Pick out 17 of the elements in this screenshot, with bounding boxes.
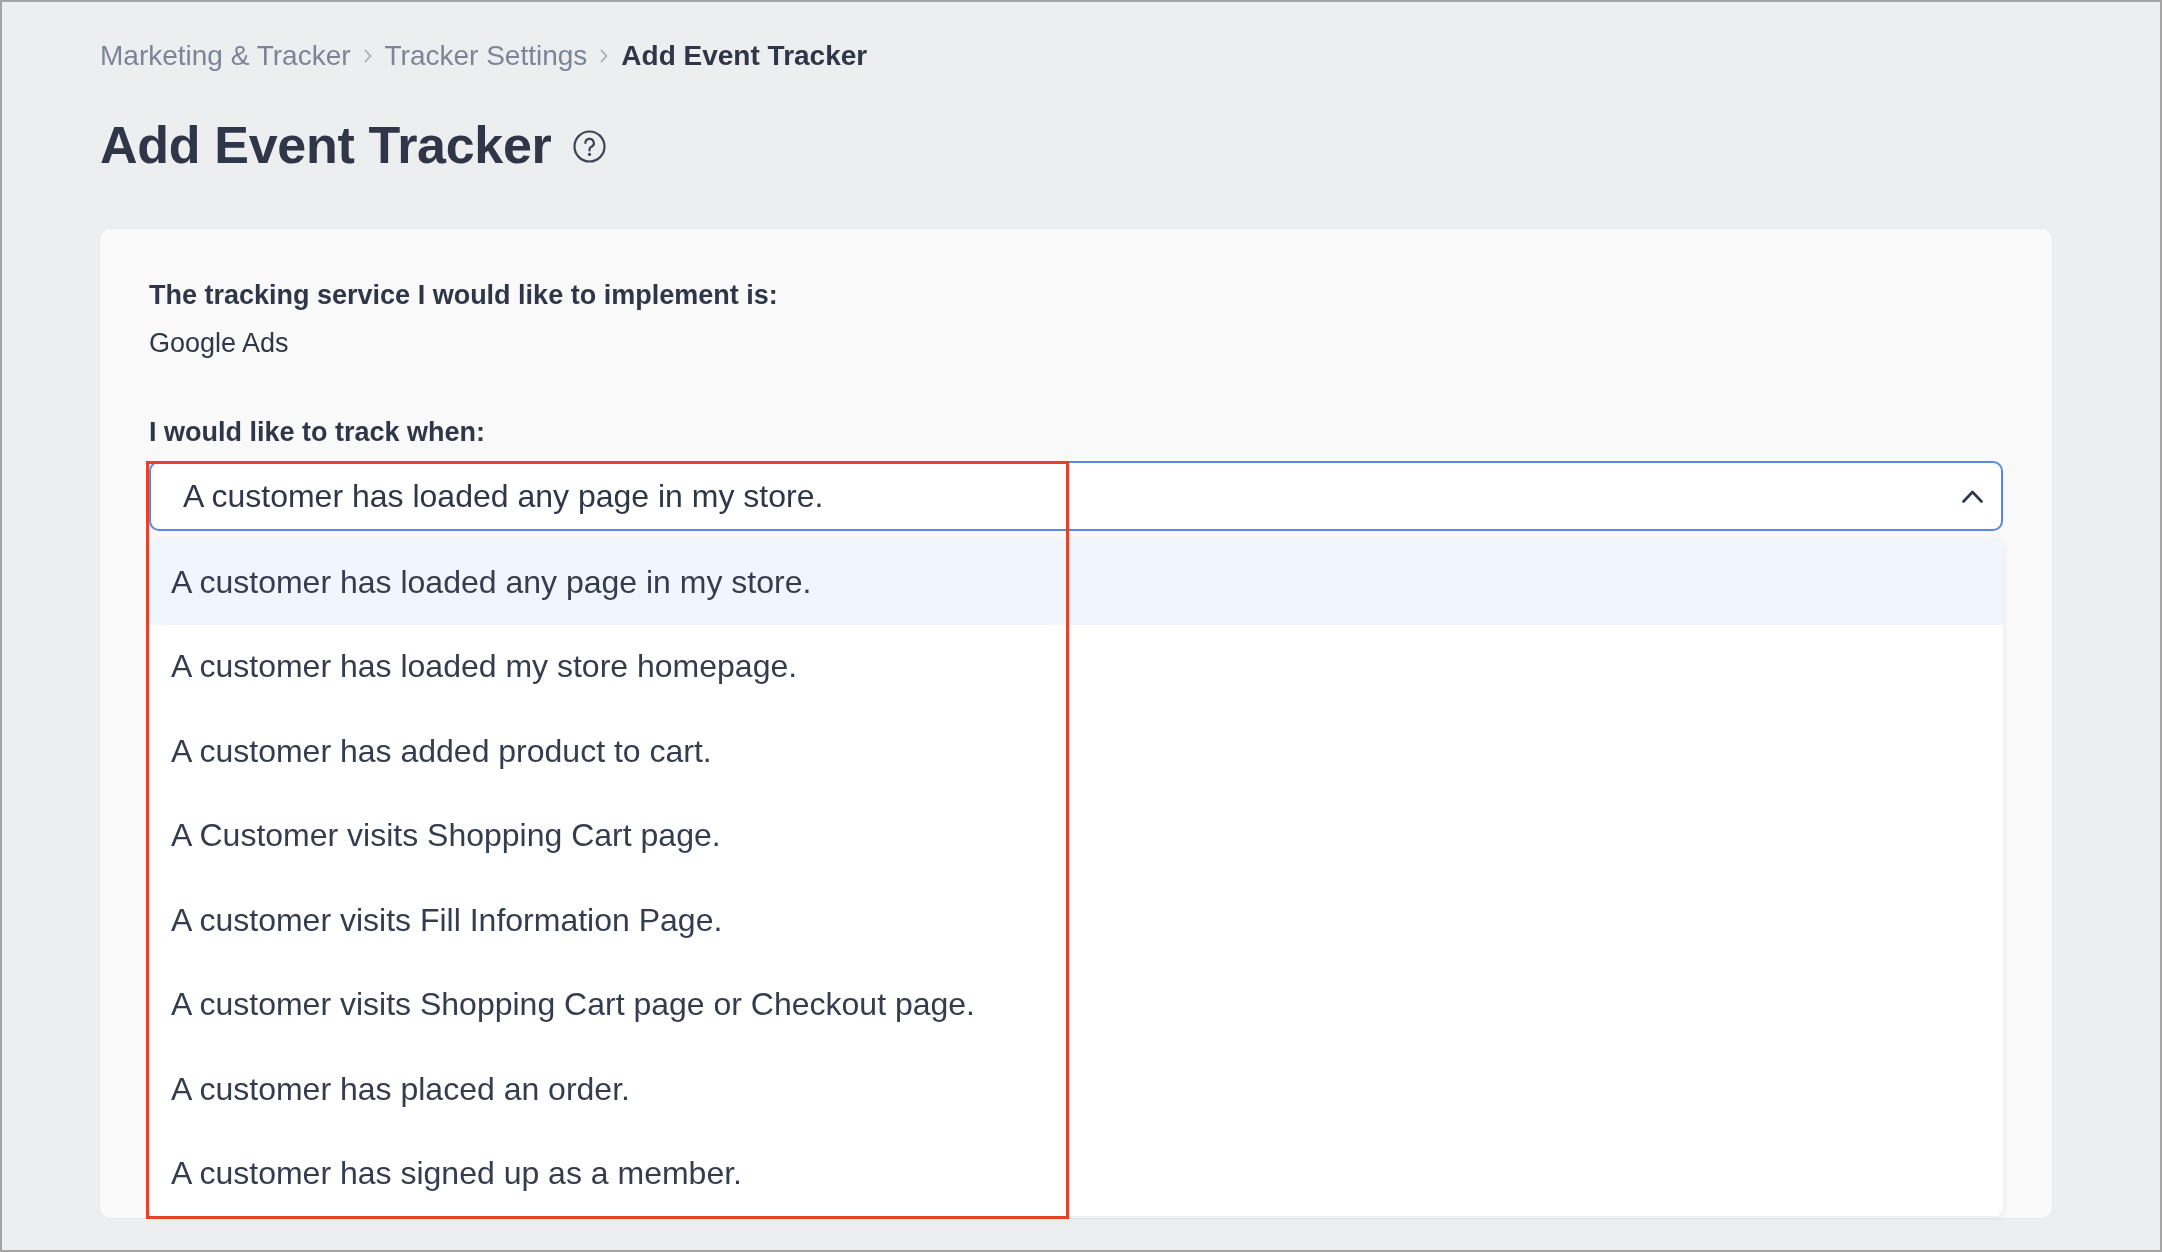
help-icon[interactable] <box>572 129 606 163</box>
dropdown-option[interactable]: A customer has signed up as a member. <box>149 1131 2003 1216</box>
breadcrumb-current: Add Event Tracker <box>621 39 868 73</box>
field-label: The tracking service I would like to implement is: <box>149 279 778 312</box>
dropdown-option[interactable]: A customer has loaded my store homepage. <box>149 624 2003 709</box>
field-label: I would like to track when: <box>149 416 486 449</box>
event-select[interactable]: A customer has loaded any page in my store. <box>149 461 2003 531</box>
dropdown-option[interactable]: A Customer visits Shopping Cart page. <box>149 793 2003 878</box>
dropdown-option[interactable]: A customer visits Shopping Cart page or Checkout page. <box>149 962 2003 1047</box>
chevron-right-icon <box>363 49 372 63</box>
dropdown-option[interactable]: A customer visits Fill Information Page. <box>149 878 2003 963</box>
dropdown-option[interactable]: A customer has added product to cart. <box>149 709 2003 794</box>
dropdown-option[interactable]: A customer has placed an order. <box>149 1047 2003 1132</box>
field-value: Google Ads <box>149 327 289 360</box>
page-title: Add Event Tracker <box>100 115 552 176</box>
dropdown-option[interactable]: A customer has loaded any page in my store. <box>149 540 2003 625</box>
chevron-right-icon <box>600 49 609 63</box>
